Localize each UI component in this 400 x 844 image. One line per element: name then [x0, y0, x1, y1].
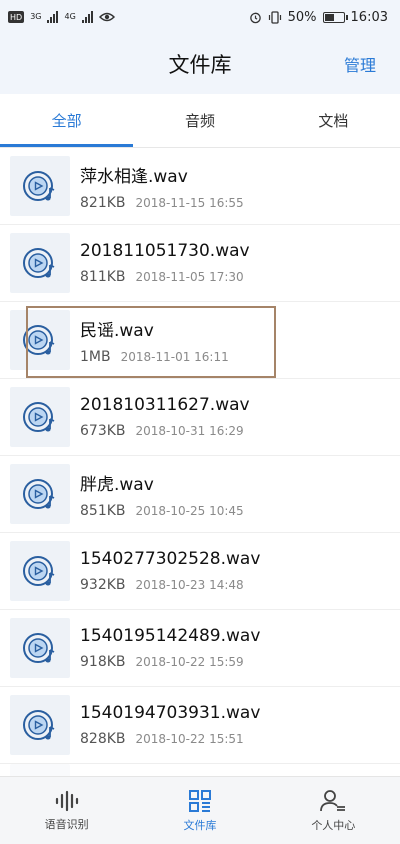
- person-icon: [320, 789, 346, 811]
- file-meta: 萍水相逢.wav 821KB 2018-11-15 16:55: [80, 162, 244, 211]
- file-size: 821KB: [80, 194, 126, 211]
- bottom-nav: 语音识别 文件库 个人中心: [0, 776, 400, 844]
- alarm-icon: [249, 12, 261, 23]
- vibrate-icon: [268, 10, 281, 24]
- file-row[interactable]: 胖虎.wav 851KB 2018-10-25 10:45: [0, 456, 400, 533]
- file-details: 673KB 2018-10-31 16:29: [80, 423, 250, 439]
- file-date: 2018-10-22 15:59: [135, 655, 244, 669]
- status-left: HD 3G 4G: [8, 11, 115, 23]
- battery-icon: [322, 11, 348, 23]
- file-size: 932KB: [80, 577, 126, 593]
- nav-file-library[interactable]: 文件库: [133, 777, 266, 844]
- nav-profile[interactable]: 个人中心: [267, 777, 400, 844]
- file-meta: 1540194703931.wav 828KB 2018-10-22 15:51: [80, 703, 260, 747]
- network-4g-label: 4G: [64, 12, 76, 21]
- audio-file-icon: [10, 618, 70, 678]
- file-row[interactable]: 1540277302528.wav 932KB 2018-10-23 14:48: [0, 533, 400, 610]
- file-name: 胖虎.wav: [80, 474, 154, 495]
- file-size: 851KB: [80, 502, 126, 519]
- nav-label: 文件库: [183, 818, 217, 832]
- audio-file-icon: [10, 233, 70, 293]
- waveform-icon: [55, 790, 78, 811]
- file-meta: 201811051730.wav 811KB 2018-11-05 17:30: [80, 241, 250, 285]
- file-details: 821KB 2018-11-15 16:55: [80, 195, 244, 211]
- file-row[interactable]: 201810311627.wav 673KB 2018-10-31 16:29: [0, 379, 400, 456]
- file-list[interactable]: 萍水相逢.wav 821KB 2018-11-15 16:55 20181105…: [0, 148, 400, 776]
- file-name: 1540195142489.wav: [80, 626, 261, 646]
- grid-icon: [188, 789, 211, 812]
- audio-file-icon: [10, 387, 70, 447]
- file-name: 201810311627.wav: [80, 395, 250, 415]
- file-name: 萍水相逢.wav: [80, 166, 188, 187]
- file-meta: 民谣.wav 1MB 2018-11-01 16:11: [80, 316, 229, 365]
- tab-audio[interactable]: 音频: [133, 94, 266, 147]
- file-date: 2018-10-31 16:29: [135, 424, 244, 438]
- file-date: 2018-11-05 17:30: [135, 270, 244, 284]
- file-meta: 1540195142489.wav 918KB 2018-10-22 15:59: [80, 626, 260, 670]
- file-row[interactable]: 1540194703931.wav 828KB 2018-10-22 15:51: [0, 687, 400, 764]
- manage-button[interactable]: 管理: [344, 52, 376, 76]
- app-header: 文件库 管理: [0, 34, 400, 94]
- file-name: 民谣.wav: [80, 320, 154, 341]
- file-size: 828KB: [80, 731, 126, 747]
- file-row[interactable]: 201811051730.wav 811KB 2018-11-05 17:30: [0, 225, 400, 302]
- file-details: 811KB 2018-11-05 17:30: [80, 269, 250, 285]
- file-date: 2018-10-25 10:45: [135, 503, 244, 518]
- status-bar: HD 3G 4G 50% 16:03: [0, 0, 400, 34]
- eye-icon: [98, 12, 115, 22]
- file-row-partial[interactable]: [0, 764, 400, 776]
- signal-icon: [47, 11, 59, 23]
- file-details: 851KB 2018-10-25 10:45: [80, 503, 244, 519]
- file-row[interactable]: 民谣.wav 1MB 2018-11-01 16:11: [0, 302, 400, 379]
- file-name: 1540277302528.wav: [80, 549, 261, 569]
- file-size: 811KB: [80, 269, 126, 285]
- nav-label: 语音识别: [44, 817, 89, 831]
- battery-percent: 50%: [287, 9, 317, 25]
- file-details: 932KB 2018-10-23 14:48: [80, 577, 260, 593]
- file-details: 918KB 2018-10-22 15:59: [80, 654, 260, 670]
- nav-speech-recognition[interactable]: 语音识别: [0, 777, 133, 844]
- file-size: 1MB: [80, 348, 111, 365]
- file-date: 2018-10-23 14:48: [135, 578, 244, 592]
- signal-icon: [81, 11, 93, 23]
- page-title: 文件库: [168, 53, 232, 77]
- file-size: 918KB: [80, 654, 126, 670]
- audio-file-icon: [10, 695, 70, 755]
- clock: 16:03: [350, 9, 388, 25]
- file-meta: 201810311627.wav 673KB 2018-10-31 16:29: [80, 395, 250, 439]
- file-row[interactable]: 萍水相逢.wav 821KB 2018-11-15 16:55: [0, 148, 400, 225]
- file-details: 828KB 2018-10-22 15:51: [80, 731, 260, 747]
- tab-documents[interactable]: 文档: [267, 94, 400, 147]
- network-3g-label: 3G: [30, 12, 42, 21]
- audio-file-icon: [10, 764, 70, 776]
- file-date: 2018-11-01 16:11: [120, 349, 229, 364]
- audio-file-icon: [10, 464, 70, 524]
- file-date: 2018-10-22 15:51: [135, 732, 244, 746]
- file-details: 1MB 2018-11-01 16:11: [80, 349, 229, 365]
- file-size: 673KB: [80, 423, 126, 439]
- file-date: 2018-11-15 16:55: [135, 195, 244, 210]
- audio-file-icon: [10, 310, 70, 370]
- file-name: 1540194703931.wav: [80, 703, 261, 723]
- file-row[interactable]: 1540195142489.wav 918KB 2018-10-22 15:59: [0, 610, 400, 687]
- file-meta: 1540277302528.wav 932KB 2018-10-23 14:48: [80, 549, 260, 593]
- file-meta: 胖虎.wav 851KB 2018-10-25 10:45: [80, 470, 244, 519]
- status-right: 50% 16:03: [249, 10, 388, 25]
- hd-badge: HD: [8, 11, 25, 23]
- audio-file-icon: [10, 541, 70, 601]
- audio-file-icon: [10, 156, 70, 216]
- file-name: 201811051730.wav: [80, 241, 250, 261]
- tab-all[interactable]: 全部: [0, 94, 134, 147]
- nav-label: 个人中心: [311, 818, 356, 832]
- tab-bar: 全部 音频 文档: [0, 94, 400, 148]
